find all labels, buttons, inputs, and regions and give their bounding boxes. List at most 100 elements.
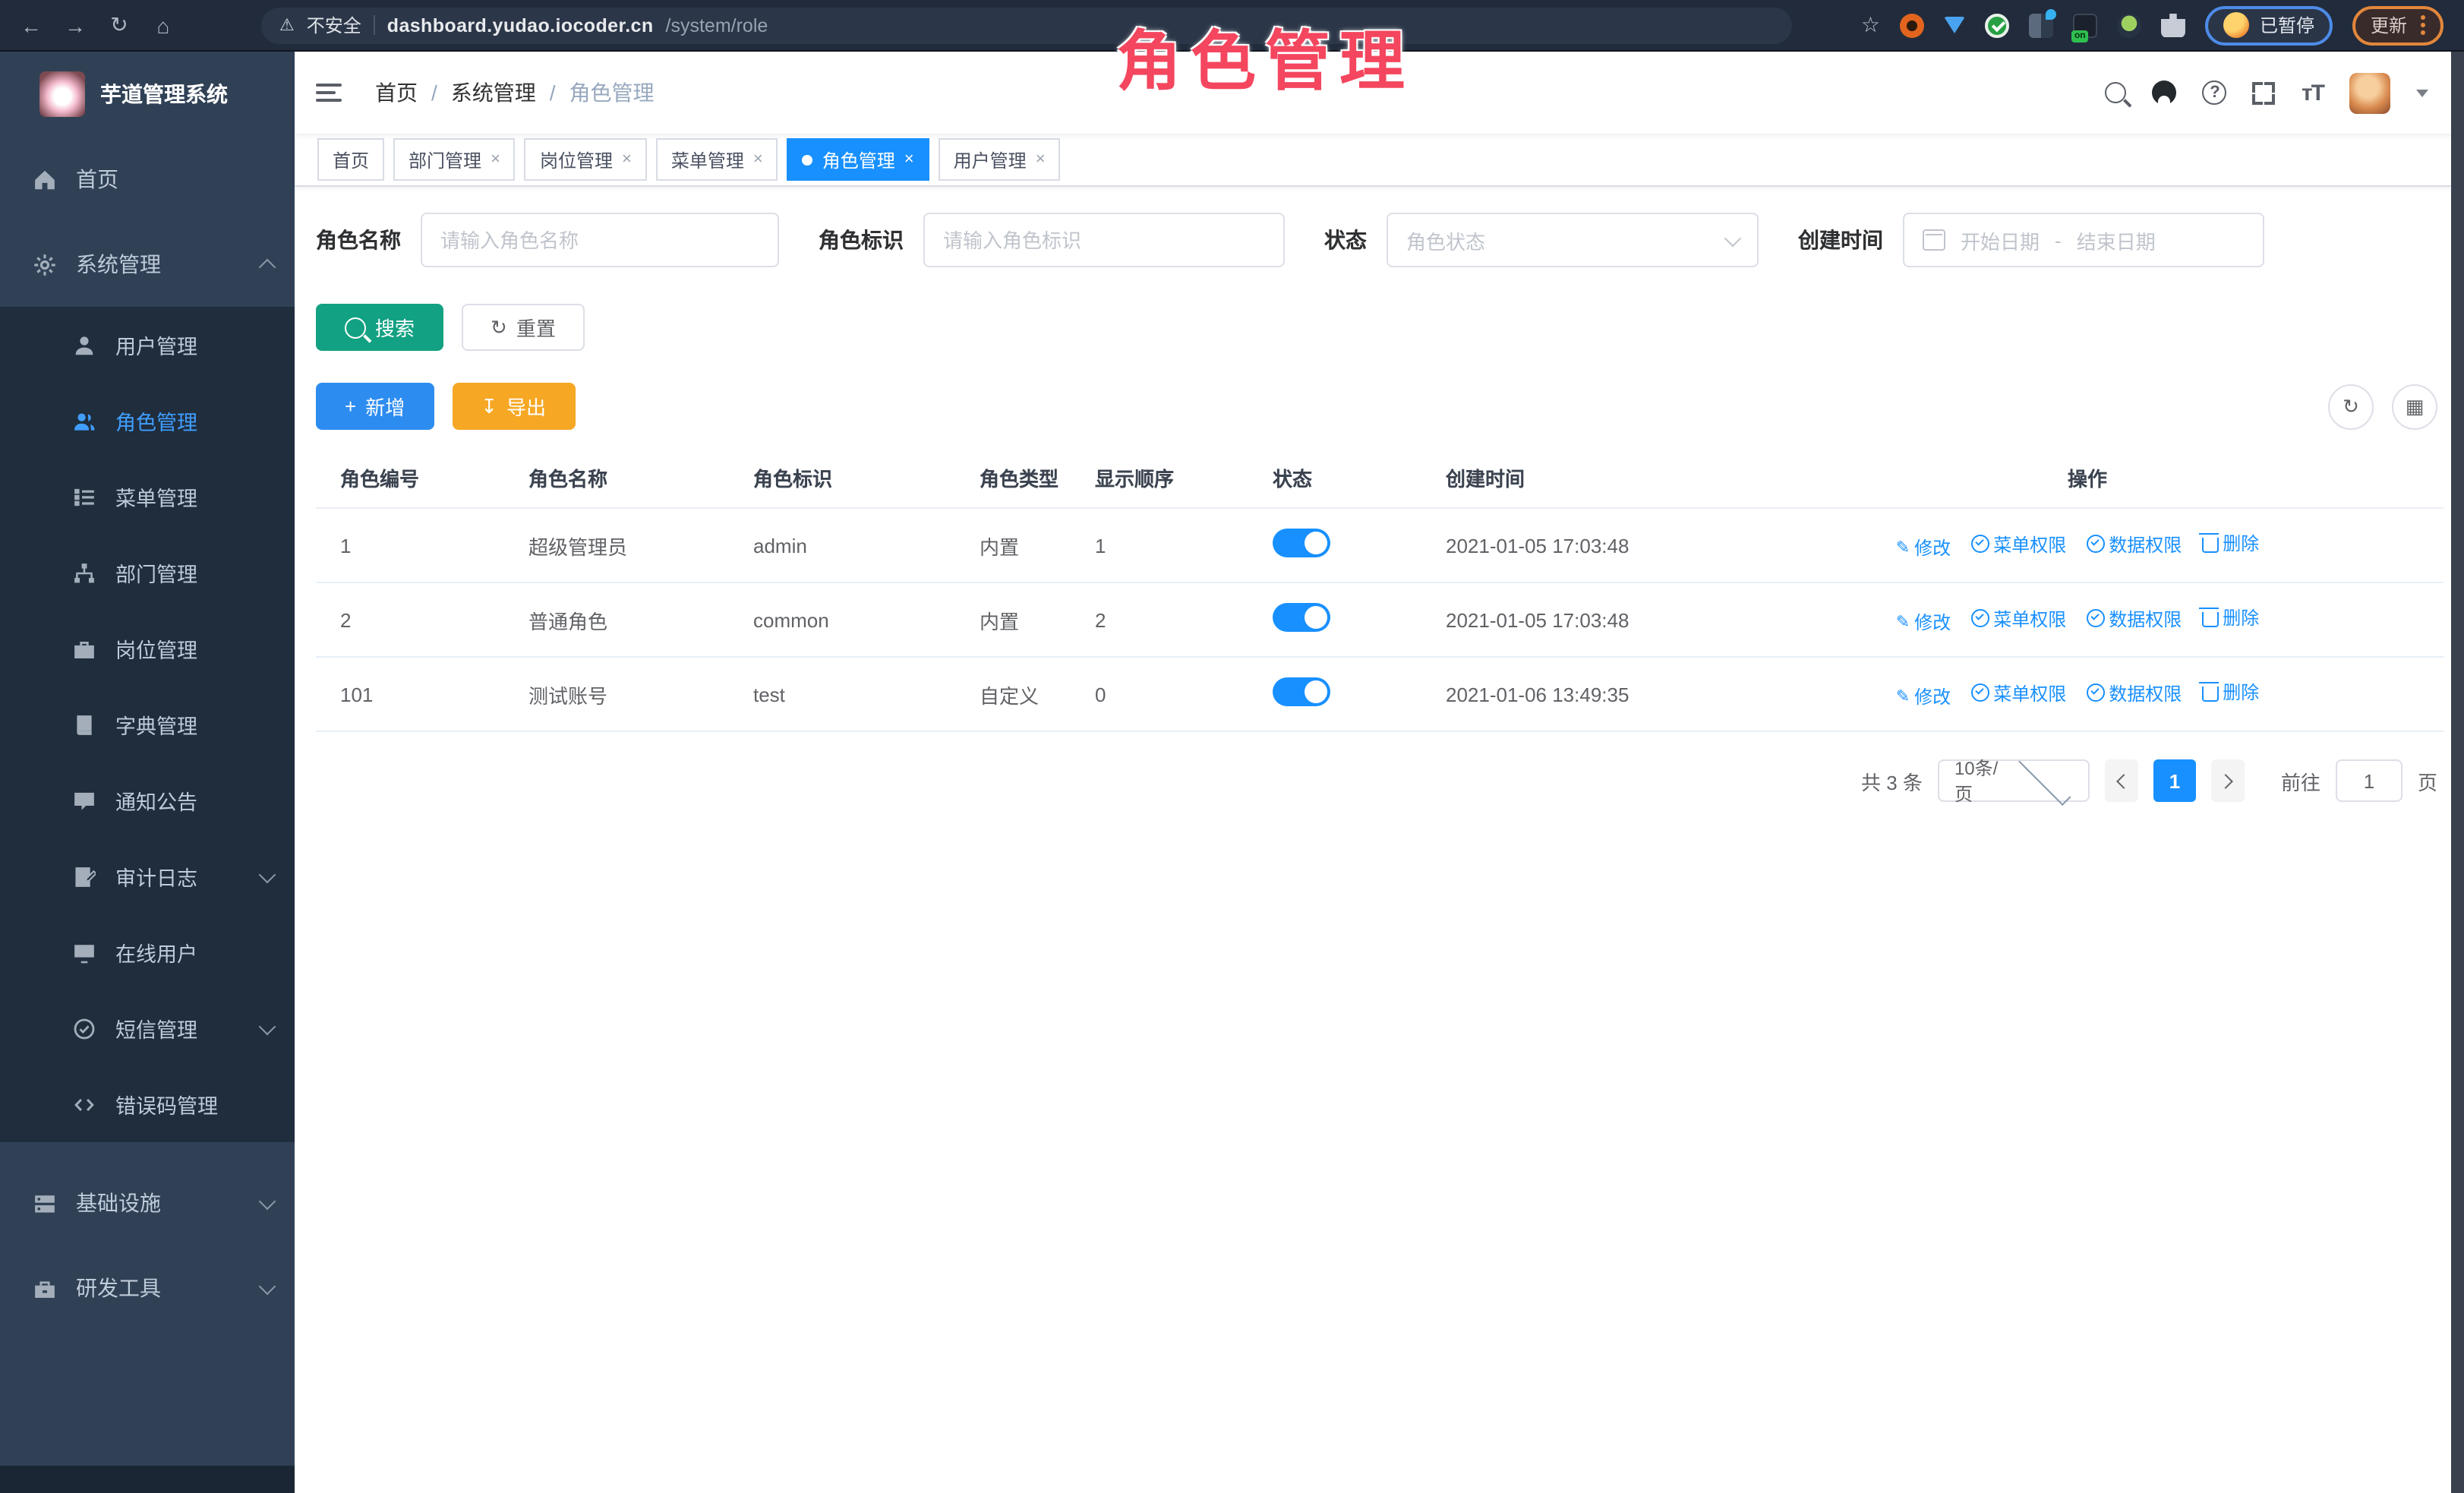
- update-button[interactable]: 更新: [2352, 5, 2443, 45]
- screen: ← → ↻ ⌂ ⚠ 不安全 dashboard.yudao.iocoder.cn…: [0, 0, 2464, 1493]
- page-1-button[interactable]: 1: [2153, 759, 2196, 802]
- edit-link[interactable]: ✎修改: [1896, 609, 1951, 635]
- page-size-select[interactable]: 10条/页: [1938, 759, 2090, 802]
- export-button[interactable]: ↧ 导出: [452, 383, 575, 430]
- reload-icon[interactable]: ↻: [106, 12, 132, 38]
- menu-permission-link[interactable]: 菜单权限: [1970, 605, 2066, 631]
- role-code-input[interactable]: [923, 213, 1285, 267]
- refresh-table-button[interactable]: ↻: [2328, 384, 2374, 429]
- home-icon: [33, 168, 56, 191]
- table-toolbar: + 新增 ↧ 导出 ↻ ▦: [316, 383, 2443, 430]
- forward-icon[interactable]: →: [62, 13, 88, 37]
- column-settings-button[interactable]: ▦: [2392, 384, 2437, 429]
- browser-menu-icon[interactable]: [2421, 15, 2425, 35]
- profile-paused-chip[interactable]: 已暂停: [2205, 5, 2333, 45]
- edit-link[interactable]: ✎修改: [1896, 535, 1951, 560]
- tab-menus[interactable]: 菜单管理×: [656, 138, 778, 181]
- audit-log-icon: [73, 865, 96, 888]
- github-icon[interactable]: [2153, 80, 2177, 105]
- sidebar-item-infrastructure[interactable]: 基础设施: [0, 1160, 295, 1245]
- breadcrumb-home[interactable]: 首页: [375, 77, 418, 108]
- delete-link[interactable]: 删除: [2201, 530, 2259, 556]
- sidebar-item-roles[interactable]: 角色管理: [0, 383, 295, 459]
- add-button[interactable]: + 新增: [316, 383, 434, 430]
- sidebar-item-home[interactable]: 首页: [0, 137, 295, 222]
- circle-check-icon: [2086, 609, 2104, 627]
- prev-page-button[interactable]: [2105, 759, 2138, 802]
- help-icon[interactable]: ?: [2203, 80, 2227, 105]
- address-bar[interactable]: ⚠ 不安全 dashboard.yudao.iocoder.cn/system/…: [261, 7, 1792, 43]
- row-actions-cell: ✎修改菜单权限数据权限删除: [1707, 657, 2443, 731]
- close-icon[interactable]: ×: [1036, 150, 1046, 169]
- status-select[interactable]: 角色状态: [1387, 213, 1759, 267]
- user-icon: [73, 333, 96, 356]
- sidebar-item-menus[interactable]: 菜单管理: [0, 459, 295, 535]
- menu-permission-link[interactable]: 菜单权限: [1970, 531, 2066, 557]
- sidebar-item-posts[interactable]: 岗位管理: [0, 611, 295, 687]
- download-icon: ↧: [481, 396, 497, 416]
- tab-users[interactable]: 用户管理×: [939, 138, 1061, 181]
- extension-gem-icon[interactable]: [1944, 17, 1965, 33]
- home-icon[interactable]: ⌂: [150, 13, 176, 37]
- back-icon[interactable]: ←: [18, 13, 44, 37]
- sidebar-item-notices[interactable]: 通知公告: [0, 762, 295, 838]
- tab-posts[interactable]: 岗位管理×: [525, 138, 647, 181]
- url-path[interactable]: /system/role: [666, 14, 768, 36]
- avatar-caret-icon[interactable]: [2416, 89, 2428, 96]
- date-range-picker[interactable]: 开始日期 - 结束日期: [1903, 213, 2264, 267]
- search-icon[interactable]: [2106, 82, 2127, 103]
- extension-grid-icon[interactable]: [2029, 13, 2053, 37]
- edit-link[interactable]: ✎修改: [1896, 683, 1951, 709]
- close-icon[interactable]: ×: [622, 150, 632, 169]
- tab-roles[interactable]: 角色管理×: [787, 138, 929, 181]
- app-logo[interactable]: 芋道管理系统: [0, 52, 295, 137]
- security-label[interactable]: 不安全: [307, 12, 361, 38]
- extension-green-check-icon[interactable]: [1985, 13, 2009, 37]
- delete-link[interactable]: 删除: [2201, 604, 2259, 630]
- extension-monkey-icon[interactable]: [2117, 13, 2141, 37]
- sidebar-item-system[interactable]: 系统管理: [0, 222, 295, 307]
- goto-page-input[interactable]: [2336, 759, 2402, 802]
- close-icon[interactable]: ×: [491, 150, 500, 169]
- bookmark-star-icon[interactable]: ☆: [1861, 12, 1880, 38]
- sidebar-item-departments[interactable]: 部门管理: [0, 535, 295, 611]
- extensions-puzzle-icon[interactable]: [2161, 13, 2185, 37]
- chevron-up-icon: [259, 259, 276, 276]
- status-toggle[interactable]: [1273, 529, 1330, 557]
- status-toggle[interactable]: [1273, 677, 1330, 706]
- role-name-input[interactable]: [421, 213, 779, 267]
- data-permission-link[interactable]: 数据权限: [2086, 531, 2182, 557]
- sidebar-item-users[interactable]: 用户管理: [0, 307, 295, 383]
- sidebar-item-error-codes[interactable]: 错误码管理: [0, 1066, 295, 1142]
- sidebar-item-online-users[interactable]: 在线用户: [0, 914, 295, 990]
- delete-link[interactable]: 删除: [2201, 679, 2259, 705]
- sidebar-item-sms[interactable]: 短信管理: [0, 990, 295, 1066]
- data-permission-link[interactable]: 数据权限: [2086, 680, 2182, 705]
- reset-button[interactable]: ↻ 重置: [462, 304, 585, 351]
- next-page-button[interactable]: [2211, 759, 2245, 802]
- close-icon[interactable]: ×: [753, 150, 763, 169]
- tab-home[interactable]: 首页: [317, 138, 384, 181]
- circle-check-icon: [1970, 535, 1989, 553]
- sidebar-item-dictionary[interactable]: 字典管理: [0, 687, 295, 762]
- search-button[interactable]: 搜索: [316, 304, 443, 351]
- menu-permission-link[interactable]: 菜单权限: [1970, 680, 2066, 705]
- extension-dark-icon[interactable]: on: [2073, 13, 2097, 37]
- extension-orange-icon[interactable]: [1900, 13, 1924, 37]
- paused-label: 已暂停: [2260, 12, 2314, 38]
- edit-icon: ✎: [1896, 687, 1910, 706]
- font-size-icon[interactable]: ᴛT: [2302, 80, 2324, 106]
- annotation-title: 角色管理: [1116, 9, 1414, 103]
- user-avatar[interactable]: [2349, 72, 2390, 113]
- url-host[interactable]: dashboard.yudao.iocoder.cn: [387, 14, 654, 36]
- sidebar-item-audit-log[interactable]: 审计日志: [0, 838, 295, 914]
- status-toggle[interactable]: [1273, 603, 1330, 632]
- data-permission-link[interactable]: 数据权限: [2086, 605, 2182, 631]
- close-icon[interactable]: ×: [904, 150, 914, 169]
- sidebar-item-dev-tools[interactable]: 研发工具: [0, 1245, 295, 1330]
- tab-departments[interactable]: 部门管理×: [393, 138, 516, 181]
- fullscreen-icon[interactable]: [2253, 81, 2276, 104]
- page-scrollbar[interactable]: [2451, 52, 2464, 1493]
- breadcrumb-system[interactable]: 系统管理: [451, 77, 536, 108]
- sidebar-toggle-icon[interactable]: [316, 84, 342, 102]
